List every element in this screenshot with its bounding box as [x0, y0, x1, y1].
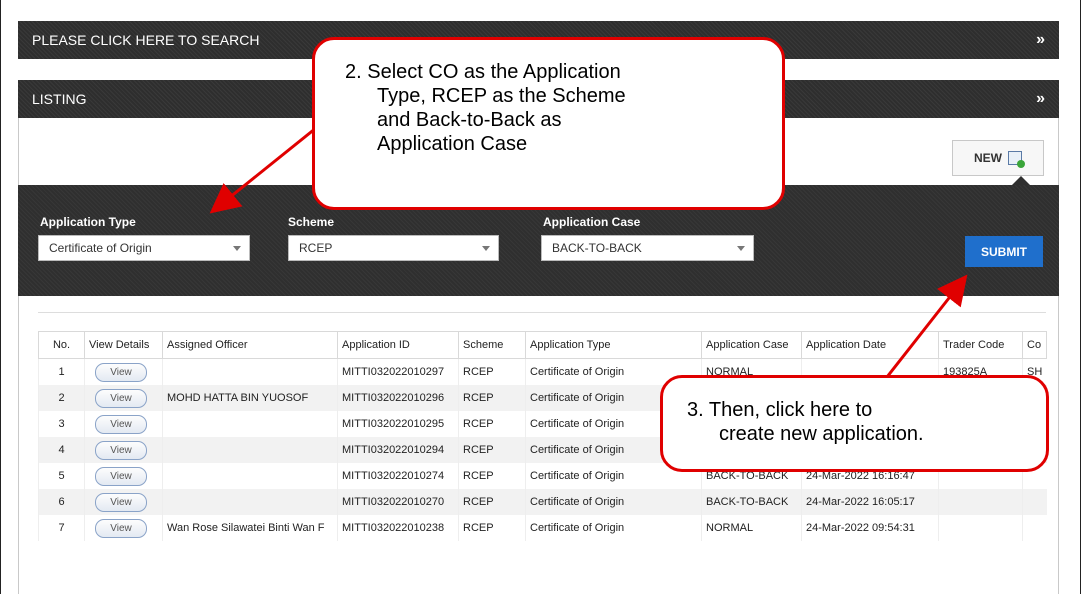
cell-date: 24-Mar-2022 16:05:17 — [801, 489, 939, 515]
cell-view: View — [84, 385, 163, 411]
table-row: 7 View Wan Rose Silawatei Binti Wan F MI… — [38, 515, 1047, 541]
cell-view: View — [84, 463, 163, 489]
cell-scheme: RCEP — [458, 489, 526, 515]
cell-app-id: MITTI032022010296 — [337, 385, 459, 411]
cell-no: 3 — [38, 411, 85, 437]
application-type-label: Application Type — [40, 215, 136, 229]
cell-type: Certificate of Origin — [525, 515, 702, 541]
cell-app-id: MITTI032022010294 — [337, 437, 459, 463]
application-type-value: Certificate of Origin — [49, 241, 152, 255]
cell-app-id: MITTI032022010297 — [337, 358, 459, 385]
col-header[interactable]: No. — [38, 331, 85, 359]
cell-officer: MOHD HATTA BIN YUOSOF — [162, 385, 338, 411]
step3-callout: 3. Then, click here to create new applic… — [660, 375, 1049, 472]
cell-officer — [162, 358, 338, 385]
view-button[interactable]: View — [95, 466, 147, 486]
double-chevron-down-icon[interactable]: » — [1036, 21, 1045, 59]
table-header-row: No. View Details Assigned Officer Applic… — [38, 331, 1047, 359]
callout-text: and Back-to-Back as — [377, 109, 562, 131]
callout-text: create new application. — [719, 423, 924, 445]
cell-no: 5 — [38, 463, 85, 489]
application-case-select[interactable]: BACK-TO-BACK — [541, 235, 754, 261]
col-header[interactable]: Application Date — [801, 331, 939, 359]
callout-text: Type, RCEP as the Scheme — [377, 85, 626, 107]
cell-view: View — [84, 437, 163, 463]
cell-no: 7 — [38, 515, 85, 541]
search-bar-label: PLEASE CLICK HERE TO SEARCH — [32, 32, 260, 48]
view-button[interactable]: View — [95, 414, 147, 434]
scheme-value: RCEP — [299, 241, 333, 255]
application-type-select[interactable]: Certificate of Origin — [38, 235, 250, 261]
cell-scheme: RCEP — [458, 437, 526, 463]
dropdown-arrow-icon — [737, 246, 745, 251]
col-header[interactable]: Co — [1022, 331, 1047, 359]
cell-case: BACK-TO-BACK — [701, 489, 802, 515]
cell-officer — [162, 489, 338, 515]
cell-scheme: RCEP — [458, 463, 526, 489]
cell-case: NORMAL — [701, 515, 802, 541]
view-button[interactable]: View — [95, 492, 147, 512]
cell-app-id: MITTI032022010274 — [337, 463, 459, 489]
col-header[interactable]: View Details — [84, 331, 163, 359]
view-button[interactable]: View — [95, 362, 147, 382]
scheme-select[interactable]: RCEP — [288, 235, 499, 261]
cell-view: View — [84, 411, 163, 437]
table-row: 6 View MITTI032022010270 RCEP Certificat… — [38, 489, 1047, 515]
col-header[interactable]: Scheme — [458, 331, 526, 359]
new-button-label: NEW — [974, 151, 1002, 165]
cell-scheme: RCEP — [458, 411, 526, 437]
cell-view: View — [84, 515, 163, 541]
divider — [38, 312, 1046, 313]
cell-view: View — [84, 489, 163, 515]
listing-bar-label: LISTING — [32, 91, 87, 107]
col-header[interactable]: Application Case — [701, 331, 802, 359]
view-button[interactable]: View — [95, 518, 147, 538]
step2-callout: 2. Select CO as the Application Type, RC… — [312, 37, 785, 210]
cell-officer: Wan Rose Silawatei Binti Wan F — [162, 515, 338, 541]
col-header[interactable]: Application Type — [525, 331, 702, 359]
dropdown-arrow-icon — [233, 246, 241, 251]
col-header[interactable]: Assigned Officer — [162, 331, 338, 359]
application-case-value: BACK-TO-BACK — [552, 241, 642, 255]
dropdown-arrow-icon — [482, 246, 490, 251]
callout-text: 3. Then, click here to — [687, 399, 873, 421]
callout-text: Application Case — [377, 133, 528, 155]
cell-no: 2 — [38, 385, 85, 411]
new-button[interactable]: NEW — [952, 140, 1044, 176]
double-chevron-down-icon[interactable]: » — [1036, 80, 1045, 118]
new-document-icon — [1008, 151, 1025, 168]
scheme-label: Scheme — [288, 215, 335, 229]
application-case-label: Application Case — [543, 215, 641, 229]
col-header[interactable]: Trader Code — [938, 331, 1023, 359]
panel-pointer — [1012, 176, 1030, 185]
col-header[interactable]: Application ID — [337, 331, 459, 359]
cell-no: 4 — [38, 437, 85, 463]
cell-officer — [162, 463, 338, 489]
cell-officer — [162, 437, 338, 463]
submit-button[interactable]: SUBMIT — [965, 236, 1043, 267]
cell-scheme: RCEP — [458, 515, 526, 541]
cell-app-id: MITTI032022010238 — [337, 515, 459, 541]
callout-text: 2. Select CO as the Application — [345, 61, 621, 83]
cell-date: 24-Mar-2022 09:54:31 — [801, 515, 939, 541]
cell-officer — [162, 411, 338, 437]
cell-type: Certificate of Origin — [525, 489, 702, 515]
cell-app-id: MITTI032022010270 — [337, 489, 459, 515]
cell-view: View — [84, 358, 163, 385]
cell-no: 1 — [38, 358, 85, 385]
view-button[interactable]: View — [95, 440, 147, 460]
cell-no: 6 — [38, 489, 85, 515]
view-button[interactable]: View — [95, 388, 147, 408]
cell-co — [1022, 489, 1047, 515]
cell-co — [1022, 515, 1047, 541]
cell-trader — [938, 489, 1023, 515]
cell-trader — [938, 515, 1023, 541]
cell-app-id: MITTI032022010295 — [337, 411, 459, 437]
cell-scheme: RCEP — [458, 385, 526, 411]
cell-scheme: RCEP — [458, 358, 526, 385]
